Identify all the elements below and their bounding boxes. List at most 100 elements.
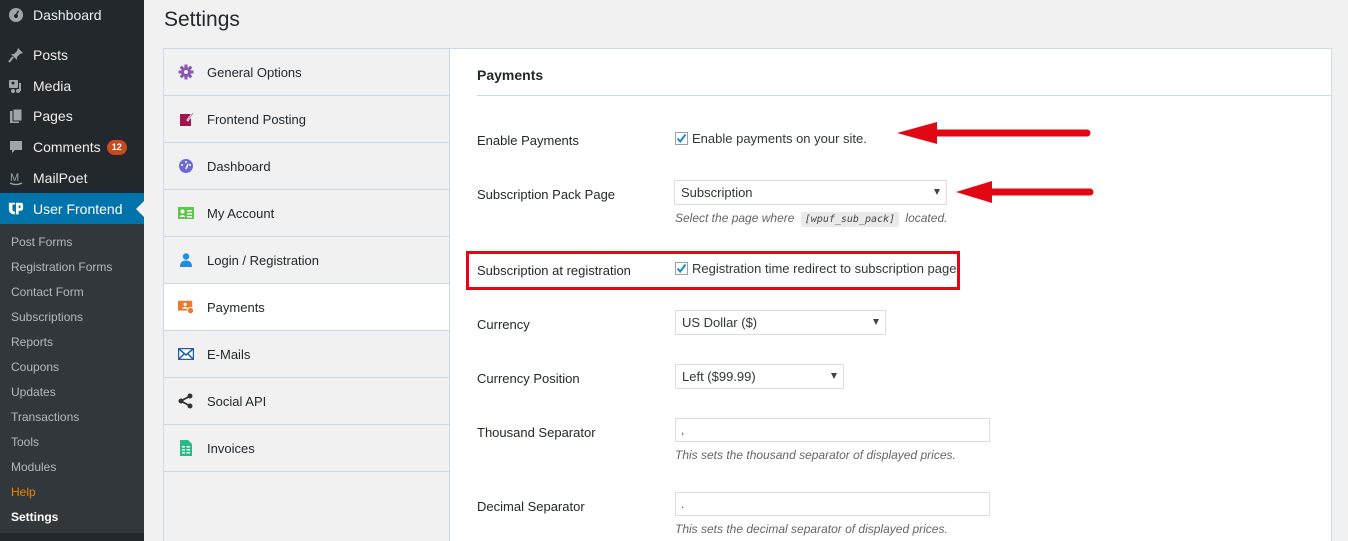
comments-count-badge: 12 <box>106 139 127 155</box>
pages-icon <box>8 108 24 124</box>
enable-payments-checkbox[interactable] <box>675 132 688 145</box>
subscription-at-registration-field: Registration time redirect to subscripti… <box>675 261 956 276</box>
checkmark-icon <box>676 133 687 144</box>
tab-label: Invoices <box>207 440 255 456</box>
annotation-arrow-enable-payments <box>897 122 1091 144</box>
submenu-subscriptions[interactable]: Subscriptions <box>0 305 144 330</box>
submenu-modules[interactable]: Modules <box>0 455 144 480</box>
menu-item-media[interactable]: Media <box>0 71 144 101</box>
decimal-separator-description: This sets the decimal separator of displ… <box>675 522 948 536</box>
mailpoet-icon: M <box>8 170 24 186</box>
thousand-separator-description: This sets the thousand separator of disp… <box>675 448 956 462</box>
tab-dashboard[interactable]: Dashboard <box>164 143 449 190</box>
submenu-contact-form[interactable]: Contact Form <box>0 280 144 305</box>
dropdown-caret-icon <box>873 319 879 325</box>
selected-value: Subscription <box>681 185 753 200</box>
submenu-transactions[interactable]: Transactions <box>0 405 144 430</box>
submenu-help[interactable]: Help <box>0 480 144 505</box>
tab-label: Payments <box>207 299 265 315</box>
input-value: . <box>681 497 685 511</box>
tab-social-api[interactable]: Social API <box>164 378 449 425</box>
enable-payments-field: Enable payments on your site. <box>675 131 867 146</box>
currency-label: Currency <box>477 317 530 332</box>
enable-payments-checkbox-label[interactable]: Enable payments on your site. <box>692 131 867 146</box>
tab-invoices[interactable]: Invoices <box>164 425 449 472</box>
user-frontend-icon <box>8 201 24 217</box>
subscription-at-registration-checkbox[interactable] <box>675 262 688 275</box>
tab-label: Login / Registration <box>207 252 320 268</box>
subscription-pack-page-select[interactable]: Subscription <box>674 180 947 205</box>
decimal-separator-input[interactable]: . <box>675 492 990 516</box>
dropdown-caret-icon <box>934 189 940 195</box>
submenu-tools[interactable]: Tools <box>0 430 144 455</box>
media-icon <box>8 78 24 94</box>
thousand-separator-input[interactable]: , <box>675 418 990 442</box>
dashboard-gauge-icon <box>178 158 194 174</box>
checkmark-icon <box>676 263 687 274</box>
tab-label: Frontend Posting <box>207 111 307 127</box>
settings-tabs: General Options Frontend Posting Dashboa… <box>163 48 450 541</box>
gear-icon <box>178 64 194 80</box>
menu-item-mailpoet[interactable]: M MailPoet <box>0 163 144 193</box>
annotation-arrow-subscription-pack-page <box>956 181 1094 203</box>
user-frontend-submenu: Post Forms Registration Forms Contact Fo… <box>0 224 144 533</box>
comment-icon <box>8 139 24 155</box>
description-text: Select the page where <box>675 211 795 225</box>
page-title: Settings <box>164 8 240 31</box>
submenu-post-forms[interactable]: Post Forms <box>0 230 144 255</box>
thousand-separator-label: Thousand Separator <box>477 425 596 440</box>
menu-item-label: Posts <box>33 47 69 63</box>
tab-label: E-Mails <box>207 346 251 362</box>
submenu-coupons[interactable]: Coupons <box>0 355 144 380</box>
tab-my-account[interactable]: My Account <box>164 190 449 237</box>
tab-emails[interactable]: E-Mails <box>164 331 449 378</box>
tab-payments[interactable]: Payments <box>164 284 450 331</box>
tab-frontend-posting[interactable]: Frontend Posting <box>164 96 449 143</box>
currency-position-select[interactable]: Left ($99.99) <box>675 364 844 389</box>
svg-text:M: M <box>10 172 19 184</box>
subscription-at-registration-label: Subscription at registration <box>477 263 631 278</box>
menu-item-user-frontend[interactable]: User Frontend <box>0 193 144 224</box>
edit-post-icon <box>178 111 194 127</box>
section-title: Payments <box>477 67 544 83</box>
tab-label: My Account <box>207 205 275 221</box>
payments-settings-panel: Payments <box>449 48 1332 541</box>
subscription-pack-page-label: Subscription Pack Page <box>477 187 616 202</box>
subscription-pack-page-description: Select the page where [wpuf_sub_pack] lo… <box>675 211 948 227</box>
tab-label: Social API <box>207 393 267 409</box>
menu-item-dashboard[interactable]: Dashboard <box>0 0 144 30</box>
description-text: located. <box>905 211 948 225</box>
admin-sidebar: Dashboard Posts Media Pages Comments 12 … <box>0 0 144 541</box>
submenu-settings[interactable]: Settings <box>0 505 144 530</box>
menu-item-pages[interactable]: Pages <box>0 101 144 131</box>
payment-icon <box>178 299 194 315</box>
dropdown-caret-icon <box>831 373 837 379</box>
tab-label: General Options <box>207 64 302 80</box>
id-card-icon <box>178 205 194 221</box>
submenu-registration-forms[interactable]: Registration Forms <box>0 255 144 280</box>
menu-item-label: Media <box>33 78 72 94</box>
decimal-separator-label: Decimal Separator <box>477 499 585 514</box>
submenu-reports[interactable]: Reports <box>0 330 144 355</box>
tab-general-options[interactable]: General Options <box>164 49 449 96</box>
menu-item-comments[interactable]: Comments 12 <box>0 132 144 162</box>
submenu-updates[interactable]: Updates <box>0 380 144 405</box>
menu-item-label: User Frontend <box>33 200 123 217</box>
pin-icon <box>8 47 24 63</box>
subscription-at-registration-checkbox-label[interactable]: Registration time redirect to subscripti… <box>692 261 956 276</box>
share-icon <box>178 393 194 409</box>
section-divider <box>477 95 1331 96</box>
selected-value: Left ($99.99) <box>682 369 756 384</box>
user-icon <box>178 252 194 268</box>
menu-item-posts[interactable]: Posts <box>0 40 144 70</box>
selected-value: US Dollar ($) <box>682 315 758 330</box>
menu-item-label: MailPoet <box>33 170 88 186</box>
tab-login-registration[interactable]: Login / Registration <box>164 237 449 284</box>
dashboard-icon <box>8 7 24 23</box>
envelope-icon <box>178 346 194 362</box>
currency-select[interactable]: US Dollar ($) <box>675 310 886 335</box>
invoice-icon <box>178 440 194 456</box>
menu-item-label: Pages <box>33 108 73 124</box>
enable-payments-label: Enable Payments <box>477 133 579 148</box>
menu-item-label: Dashboard <box>33 7 102 23</box>
